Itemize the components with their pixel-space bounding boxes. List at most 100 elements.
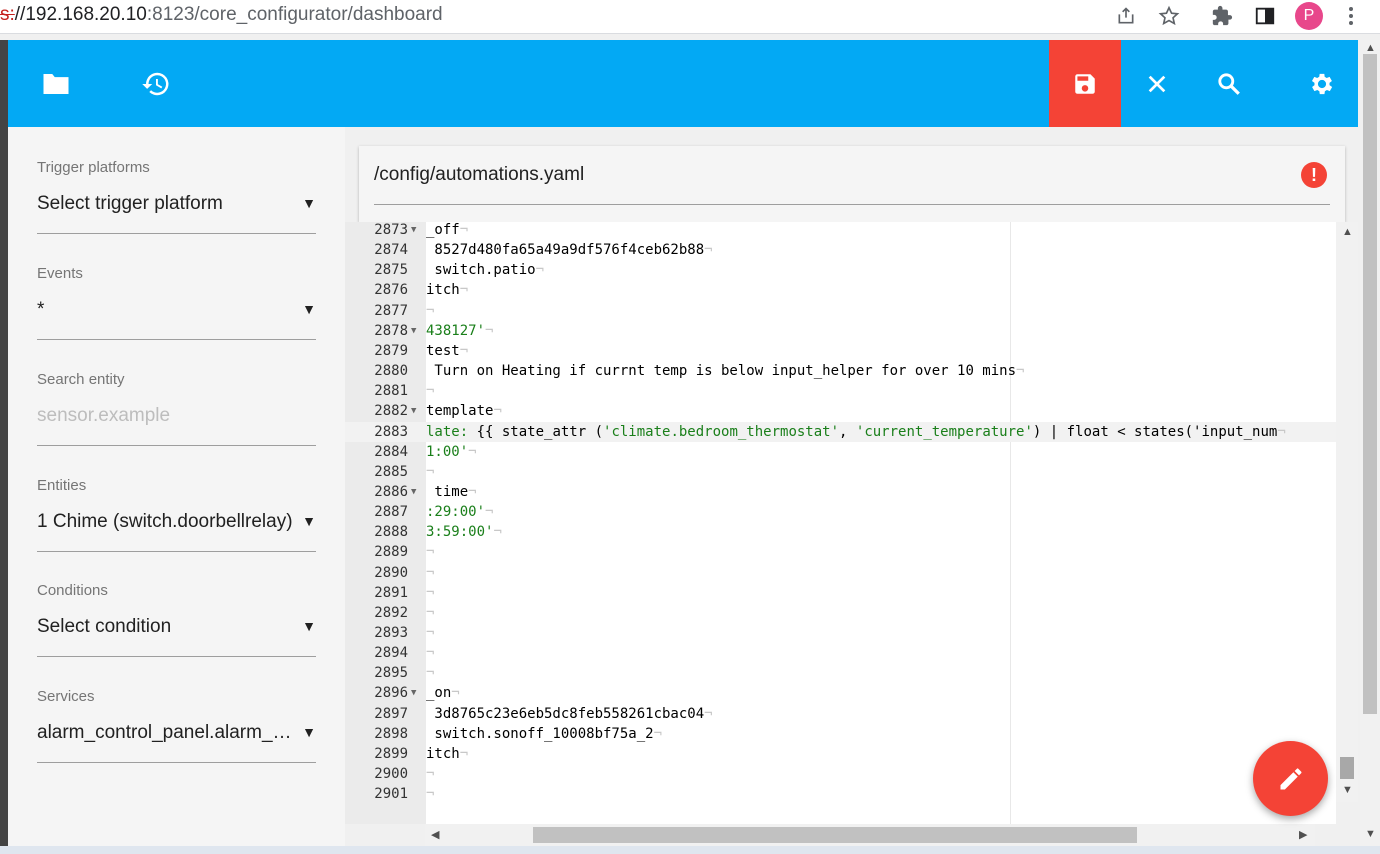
fold-toggle-icon[interactable]: ▼ bbox=[411, 321, 416, 341]
more-icon[interactable] bbox=[1338, 3, 1364, 29]
code-string: 1:00' bbox=[426, 444, 469, 460]
line-number: 2878 bbox=[374, 323, 408, 339]
fold-toggle-icon[interactable]: ▼ bbox=[411, 683, 416, 703]
editor-vertical-scrollbar[interactable]: ▲ ▼ bbox=[1336, 222, 1358, 802]
invisible-eol-marker: ¬ bbox=[426, 565, 435, 581]
code-line[interactable]: 2885 ¬ bbox=[345, 462, 1336, 482]
code-line[interactable]: 2874 8527d480fa65a49a9df576f4ceb62b88¬ bbox=[345, 240, 1336, 260]
code-line[interactable]: 2879 test¬ bbox=[345, 341, 1336, 361]
code-line[interactable]: 2878 ▼ 438127'¬ bbox=[345, 321, 1336, 341]
code-line[interactable]: 2873 ▼ _off¬ bbox=[345, 220, 1336, 240]
code-token: 8527d480fa65a49a9df576f4ceb62b88 bbox=[426, 242, 705, 258]
code-line[interactable]: 2887:29:00'¬ bbox=[345, 502, 1336, 522]
history-button[interactable] bbox=[120, 40, 192, 127]
page-scrollbar[interactable]: ▲ ▼ bbox=[1360, 40, 1380, 846]
code-line[interactable]: 2875 switch.patio¬ bbox=[345, 260, 1336, 280]
invisible-eol-marker: ¬ bbox=[535, 262, 545, 278]
scroll-right-arrow-icon[interactable]: ▶ bbox=[1299, 828, 1307, 841]
invisible-eol-marker: ¬ bbox=[653, 726, 663, 742]
code-line[interactable]: 2894 ¬ bbox=[345, 643, 1336, 663]
search-icon bbox=[1218, 72, 1240, 95]
trigger-platform-select[interactable]: Trigger platforms Select trigger platfor… bbox=[37, 159, 316, 234]
sidebar: Trigger platforms Select trigger platfor… bbox=[8, 127, 345, 854]
scroll-thumb[interactable] bbox=[533, 827, 1137, 843]
profile-avatar[interactable]: P bbox=[1295, 2, 1323, 30]
invisible-eol-marker: ¬ bbox=[704, 706, 713, 722]
search-entity-input[interactable]: Search entity sensor.example bbox=[37, 371, 316, 446]
search-button[interactable] bbox=[1193, 40, 1265, 127]
code-text: late: {{ state_attr ('climate.bedroom_th… bbox=[426, 422, 1286, 442]
fold-toggle-icon[interactable]: ▼ bbox=[411, 220, 416, 240]
line-number: 2876 bbox=[374, 282, 408, 298]
star-icon[interactable] bbox=[1156, 3, 1182, 29]
line-number: 2899 bbox=[374, 746, 408, 762]
error-icon[interactable]: ! bbox=[1301, 162, 1327, 188]
file-path[interactable]: /config/automations.yaml bbox=[374, 164, 584, 186]
code-line[interactable]: 2898 switch.sonoff_10008bf75a_2¬ bbox=[345, 724, 1336, 744]
scroll-thumb[interactable] bbox=[1363, 54, 1377, 714]
address-bar[interactable]: s://192.168.20.10:8123/core_configurator… bbox=[0, 4, 443, 26]
app-toolbar bbox=[8, 40, 1358, 127]
line-number: 2887 bbox=[374, 504, 408, 520]
field-underline bbox=[37, 551, 316, 552]
code-line[interactable]: 2895 ¬ bbox=[345, 663, 1336, 683]
code-line[interactable]: 2881 ¬ bbox=[345, 381, 1336, 401]
line-number: 2888 bbox=[374, 524, 408, 540]
code-line[interactable]: 2876 itch¬ bbox=[345, 280, 1336, 300]
conditions-select[interactable]: Conditions Select condition ▼ bbox=[37, 582, 316, 657]
invisible-eol-marker: ¬ bbox=[1277, 424, 1286, 440]
code-line[interactable]: 2901 ¬ bbox=[345, 784, 1336, 804]
code-editor[interactable]: 2873 ▼ _off¬ 2874 8527d480fa65a49a9df576f4c… bbox=[345, 222, 1336, 824]
code-line[interactable]: 2880 Turn on Heating if currnt temp is b… bbox=[345, 361, 1336, 381]
close-button[interactable] bbox=[1121, 40, 1193, 127]
share-icon[interactable] bbox=[1113, 3, 1139, 29]
scroll-thumb[interactable] bbox=[1340, 757, 1354, 779]
code-line[interactable]: 2890 ¬ bbox=[345, 563, 1336, 583]
code-line[interactable]: 2892 ¬ bbox=[345, 603, 1336, 623]
field-label: Services bbox=[37, 688, 95, 705]
code-line[interactable]: 2897 3d8765c23e6eb5dc8feb558261cbac04¬ bbox=[345, 704, 1336, 724]
scroll-down-arrow-icon[interactable]: ▼ bbox=[1365, 828, 1376, 840]
code-line[interactable]: 2891 ¬ bbox=[345, 583, 1336, 603]
invisible-eol-marker: ¬ bbox=[1016, 363, 1025, 379]
editor-horizontal-scrollbar[interactable]: ◀ ▶ bbox=[425, 824, 1315, 846]
line-number: 2879 bbox=[374, 343, 408, 359]
code-line[interactable]: 2882 ▼ template¬ bbox=[345, 401, 1336, 421]
services-select[interactable]: Services alarm_control_panel.alarm_arm_a… bbox=[37, 688, 316, 763]
line-number: 2900 bbox=[374, 766, 408, 782]
fold-toggle-icon[interactable]: ▼ bbox=[411, 482, 416, 502]
code-string: 'climate.bedroom_thermostat' bbox=[603, 424, 840, 440]
save-button[interactable] bbox=[1049, 40, 1121, 127]
scroll-down-arrow-icon[interactable]: ▼ bbox=[1342, 784, 1353, 796]
settings-button[interactable] bbox=[1286, 40, 1358, 127]
field-value: * bbox=[37, 299, 45, 320]
extensions-icon[interactable] bbox=[1209, 3, 1235, 29]
code-line[interactable]: 2889 ¬ bbox=[345, 542, 1336, 562]
code-line[interactable]: 2900 ¬ bbox=[345, 764, 1336, 784]
invisible-eol-marker: ¬ bbox=[426, 464, 435, 480]
invisible-eol-marker: ¬ bbox=[451, 685, 460, 701]
events-select[interactable]: Events * ▼ bbox=[37, 265, 316, 340]
scroll-left-arrow-icon[interactable]: ◀ bbox=[431, 828, 439, 841]
edit-fab-button[interactable] bbox=[1253, 741, 1328, 816]
invisible-eol-marker: ¬ bbox=[426, 303, 435, 319]
code-text: ¬ bbox=[426, 784, 434, 804]
code-line[interactable]: 2893 ¬ bbox=[345, 623, 1336, 643]
code-line[interactable]: 2884 1:00'¬ bbox=[345, 442, 1336, 462]
scroll-up-arrow-icon[interactable]: ▲ bbox=[1342, 226, 1353, 238]
code-line[interactable]: 2877 ¬ bbox=[345, 301, 1336, 321]
fold-toggle-icon[interactable]: ▼ bbox=[411, 401, 416, 421]
invisible-eol-marker: ¬ bbox=[459, 343, 469, 359]
sidepanel-icon[interactable] bbox=[1252, 3, 1278, 29]
line-number: 2894 bbox=[374, 645, 408, 661]
code-line[interactable]: 2888 3:59:00'¬ bbox=[345, 522, 1336, 542]
field-value: alarm_control_panel.alarm_arm_away bbox=[37, 722, 316, 743]
entities-select[interactable]: Entities 1 Chime (switch.doorbellrelay) … bbox=[37, 477, 316, 552]
code-line[interactable]: 2896 ▼ _on¬ bbox=[345, 683, 1336, 703]
code-line[interactable]: 2883 late: {{ state_attr ('climate.bedroo… bbox=[345, 422, 1336, 442]
scroll-up-arrow-icon[interactable]: ▲ bbox=[1365, 42, 1376, 54]
folder-button[interactable] bbox=[20, 40, 92, 127]
code-line[interactable]: 2886 ▼ time¬ bbox=[345, 482, 1336, 502]
invisible-eol-marker: ¬ bbox=[468, 484, 477, 500]
code-line[interactable]: 2899 itch¬ bbox=[345, 744, 1336, 764]
